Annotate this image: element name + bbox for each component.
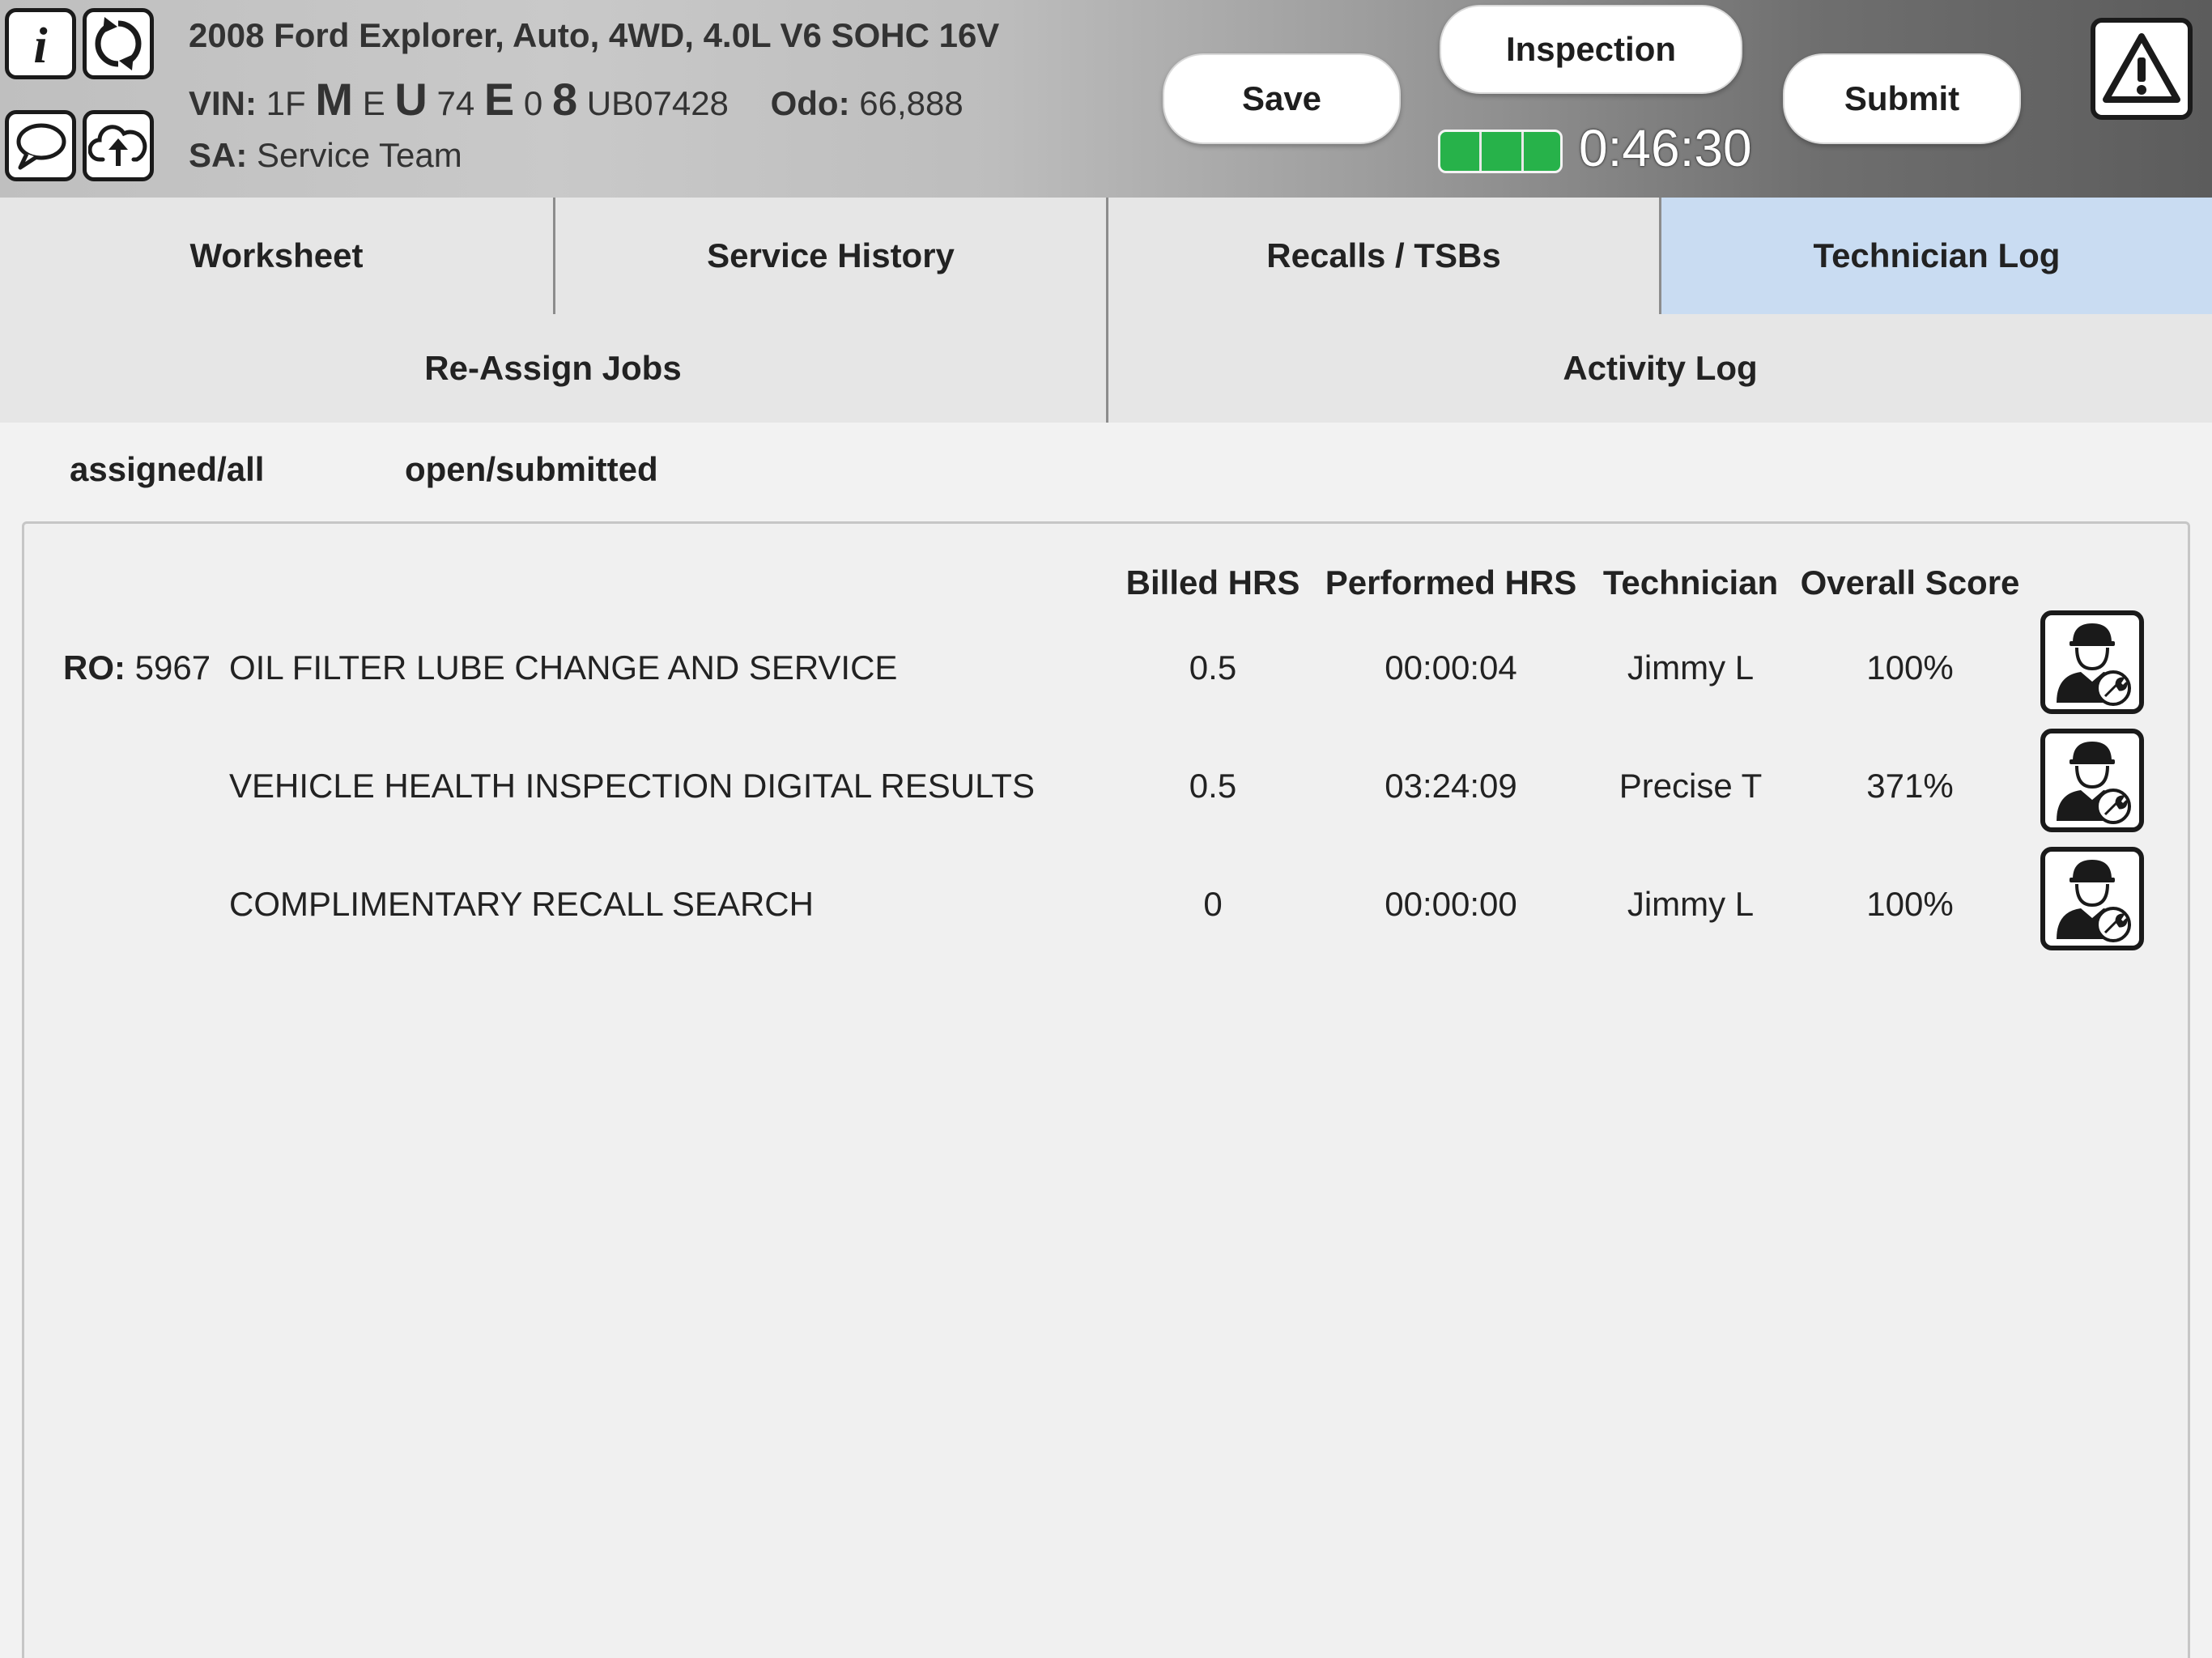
performed-hrs: 00:00:00 [1385, 885, 1517, 923]
column-header-billed-hrs: Billed HRS [1125, 563, 1300, 602]
overall-score: 100% [1866, 885, 1954, 923]
sa-label: SA: [189, 136, 248, 174]
vin-line: VIN: 1F M E U 74 E 0 8 UB07428 Odo: 66,8… [189, 73, 963, 125]
info-icon: i [33, 19, 47, 72]
warning-button[interactable] [2091, 18, 2193, 120]
billed-hrs: 0 [1203, 885, 1223, 923]
filter-open-submitted[interactable]: open/submitted [405, 450, 658, 489]
tab-service-history[interactable]: Service History [555, 198, 1106, 314]
column-header-performed-hrs: Performed HRS [1325, 563, 1577, 602]
technician-icon [2057, 742, 2131, 824]
svg-text:i: i [33, 19, 47, 72]
service-advisor-line: SA: Service Team [189, 136, 462, 175]
technician-button[interactable] [2040, 610, 2144, 714]
battery-indicator [1438, 130, 1563, 173]
column-header-overall-score: Overall Score [1800, 563, 2020, 602]
vin-part: UB07428 [586, 84, 729, 122]
technician-name: Jimmy L [1627, 648, 1755, 687]
vin-part: E [362, 84, 385, 122]
job-description: VEHICLE HEALTH INSPECTION DIGITAL RESULT… [229, 767, 1035, 805]
performed-hrs: 00:00:04 [1385, 648, 1517, 687]
ro-label: RO: [63, 648, 125, 687]
technician-icon [2057, 860, 2131, 942]
odo-value: 66,888 [859, 84, 963, 122]
technician-name: Precise T [1619, 767, 1763, 805]
tab-recalls-tsbs[interactable]: Recalls / TSBs [1108, 198, 1659, 314]
save-button[interactable]: Save [1163, 53, 1401, 144]
tab-technician-log[interactable]: Technician Log [1661, 198, 2212, 314]
technician-button[interactable] [2040, 847, 2144, 950]
job-timer: 0:46:30 [1579, 119, 1752, 177]
vin-part: 1F [266, 84, 306, 122]
vin-part: M [315, 74, 354, 125]
overall-score: 371% [1866, 767, 1954, 805]
inspection-button[interactable]: Inspection [1440, 5, 1742, 94]
chat-button[interactable] [5, 110, 76, 181]
billed-hrs: 0.5 [1189, 648, 1237, 687]
ro-number: RO: 5967 [63, 648, 211, 687]
submit-button[interactable]: Submit [1783, 53, 2021, 144]
chat-icon [16, 123, 66, 170]
tab-activity-log[interactable]: Activity Log [1108, 314, 2212, 423]
vin-part: 0 [523, 84, 543, 122]
info-button[interactable]: i [5, 8, 76, 79]
overall-score: 100% [1866, 648, 1954, 687]
technician-log-panel [22, 521, 2190, 1658]
column-header-technician: Technician [1602, 563, 1779, 602]
vin-part: E [483, 74, 515, 125]
tab-worksheet[interactable]: Worksheet [0, 198, 553, 314]
vin-label: VIN: [189, 84, 257, 122]
warning-icon [2103, 33, 2180, 103]
vin-part: U [394, 74, 428, 125]
tab-divider [1106, 198, 1108, 423]
technician-icon [2057, 623, 2131, 706]
refresh-icon [95, 17, 142, 70]
ro-value: 5967 [134, 648, 211, 687]
cloud-upload-icon [88, 125, 147, 166]
filter-assigned-all[interactable]: assigned/all [70, 450, 264, 489]
vin-part: 74 [436, 84, 475, 122]
tab-divider [1659, 198, 1661, 314]
technician-button[interactable] [2040, 729, 2144, 832]
tab-reassign-jobs[interactable]: Re-Assign Jobs [0, 314, 1106, 423]
cloud-upload-button[interactable] [83, 110, 154, 181]
job-description: OIL FILTER LUBE CHANGE AND SERVICE [229, 648, 898, 687]
app-header: i 2008 Ford Explorer, Auto, 4WD, 4.0L V6… [0, 0, 2212, 198]
odo-label: Odo: [770, 84, 850, 122]
vin-part: 8 [551, 74, 578, 125]
sa-value: Service Team [257, 136, 462, 174]
refresh-button[interactable] [83, 8, 154, 79]
job-description: COMPLIMENTARY RECALL SEARCH [229, 885, 814, 923]
technician-name: Jimmy L [1627, 885, 1755, 923]
billed-hrs: 0.5 [1189, 767, 1237, 805]
performed-hrs: 03:24:09 [1385, 767, 1517, 805]
vehicle-title: 2008 Ford Explorer, Auto, 4WD, 4.0L V6 S… [189, 16, 1000, 54]
tab-divider [553, 198, 555, 314]
